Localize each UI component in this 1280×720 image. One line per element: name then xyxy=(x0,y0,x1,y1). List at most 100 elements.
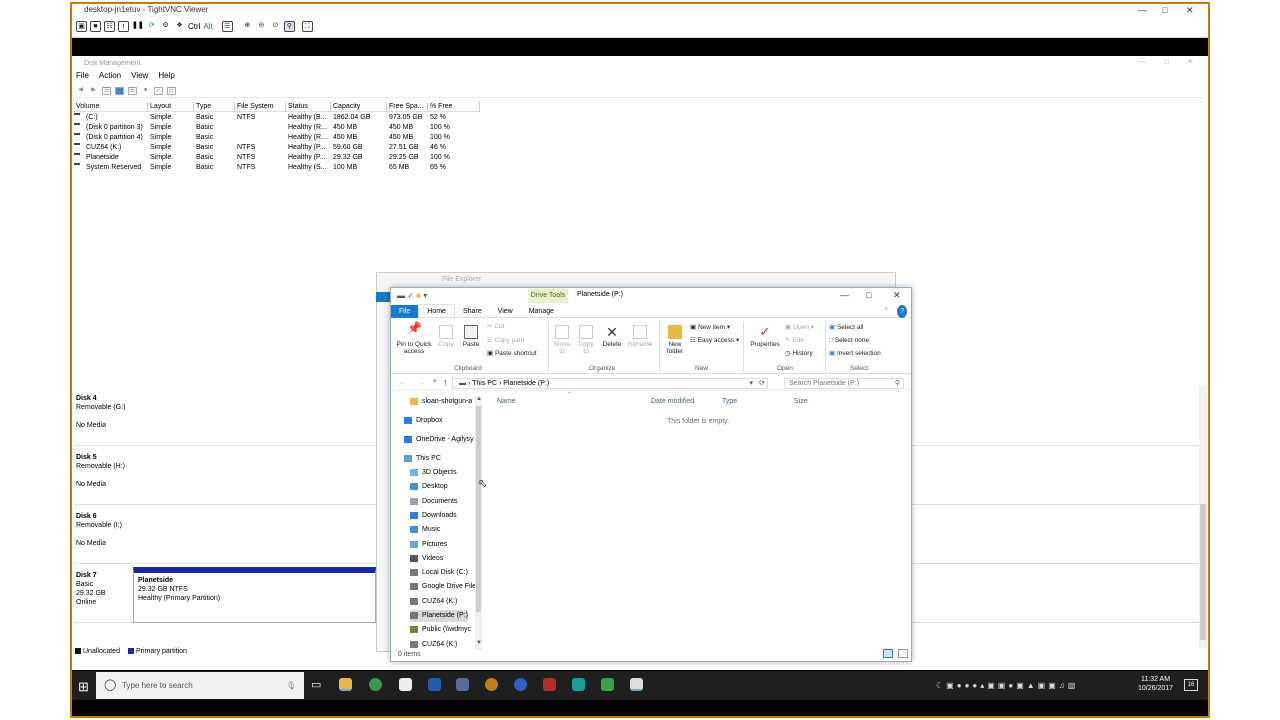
chrome-icon[interactable] xyxy=(369,678,382,691)
col-capacity[interactable]: Capacity xyxy=(331,102,387,112)
ctrl-alt-del-icon[interactable]: ⚙ xyxy=(160,21,171,32)
history-button[interactable]: ◷ History xyxy=(785,350,813,357)
copy-button[interactable]: Copy xyxy=(435,325,457,348)
col-name[interactable]: Name xyxy=(497,398,516,405)
new-item-button[interactable]: ▣ New item ▾ xyxy=(690,324,730,331)
col-size[interactable]: Size xyxy=(794,398,808,405)
rename-button[interactable]: Rename xyxy=(627,325,653,348)
forward-arrow-icon[interactable]: → xyxy=(417,378,425,387)
partition-block[interactable]: Planetside 29.32 GB NTFS Healthy (Primar… xyxy=(133,567,376,623)
table-row[interactable]: Planetside Simple Basic NTFS Healthy (P... 29… xyxy=(74,153,480,163)
microphone-icon[interactable]: 🎙 xyxy=(286,672,296,699)
details-view-icon[interactable] xyxy=(883,649,893,658)
zoom-fit-icon[interactable]: ⚲ xyxy=(283,21,295,32)
invert-selection-button[interactable]: ▣ Invert selection xyxy=(829,350,881,357)
zoom-100-icon[interactable]: ⊙ xyxy=(270,21,281,32)
scrollbar-thumb[interactable] xyxy=(1200,504,1206,640)
up-arrow-icon[interactable]: ↑ xyxy=(443,377,448,387)
options-icon[interactable]: ☷ xyxy=(104,21,115,32)
fullscreen-icon[interactable]: ⛶ xyxy=(301,21,313,32)
disk-management-taskbar-icon[interactable] xyxy=(630,678,643,691)
quick-access-toolbar[interactable]: ▬ ✓ ■ ▾ xyxy=(397,291,427,300)
app-icon[interactable] xyxy=(543,678,556,691)
new-folder-button[interactable]: New folder xyxy=(663,325,687,355)
search-input[interactable]: Search Planetside (P:) ⚲ xyxy=(784,378,904,389)
app-icon[interactable] xyxy=(428,678,441,691)
app-icon[interactable] xyxy=(572,678,585,691)
refresh-icon[interactable]: ⟳ xyxy=(146,21,157,32)
table-row[interactable]: (Disk 0 partition 4) Simple Basic Healthy (… xyxy=(74,133,480,143)
ribbon-collapse-icon[interactable]: ⌃ xyxy=(875,305,897,318)
app-icon[interactable] xyxy=(456,678,469,691)
address-input[interactable]: ▬ › This PC › Planetside (P:) ▾ ⟳ xyxy=(452,378,768,389)
breadcrumb-current[interactable]: Planetside (P:) xyxy=(503,380,549,387)
paste-button[interactable]: Paste xyxy=(459,325,483,348)
help-icon[interactable] xyxy=(115,86,124,95)
table-row[interactable]: (C:) Simple Basic NTFS Healthy (B... 1862.04 … xyxy=(74,113,480,123)
recent-locations-icon[interactable]: ▾ xyxy=(433,377,437,385)
col-status[interactable]: Status xyxy=(286,102,331,112)
tab-file[interactable]: File xyxy=(391,304,419,318)
app-icon[interactable] xyxy=(514,678,527,691)
minimize-icon[interactable]: — xyxy=(1138,4,1147,16)
delete-button[interactable]: ✕ Delete xyxy=(601,325,623,348)
forward-icon[interactable]: ▶ xyxy=(89,87,98,95)
address-dropdown-icon[interactable]: ▾ xyxy=(749,379,753,388)
menu-file[interactable]: File xyxy=(76,71,89,80)
move-to-button[interactable]: Move to xyxy=(551,325,573,355)
col-type[interactable]: Type xyxy=(194,102,235,112)
settings-icon[interactable]: ☷ xyxy=(167,86,176,95)
help-icon[interactable]: ? xyxy=(897,304,907,318)
scroll-up-icon[interactable]: ▲ xyxy=(476,396,482,402)
properties-icon[interactable]: ☰ xyxy=(128,86,137,95)
col-percent-free[interactable]: % Free xyxy=(428,102,480,112)
easy-access-button[interactable]: ☷ Easy access ▾ xyxy=(690,337,739,344)
nav-scrollbar-thumb[interactable] xyxy=(476,406,481,612)
copy-path-button[interactable]: ☷ Copy path xyxy=(487,337,524,344)
list-view-icon[interactable]: ☰ xyxy=(102,86,111,95)
cut-button[interactable]: ✂ Cut xyxy=(487,323,504,330)
windows-key-icon[interactable]: ❖ xyxy=(174,21,185,32)
ctrl-key-button[interactable]: Ctrl xyxy=(188,22,200,31)
col-free-space[interactable]: Free Spa... xyxy=(387,102,428,112)
tab-manage[interactable]: Manage xyxy=(521,305,562,318)
back-icon[interactable]: ◀ xyxy=(76,87,85,95)
system-tray-icons[interactable]: ☾▣●●●▴▣▣●▣▲▣▣♫▧ xyxy=(936,681,1078,690)
disk-scrollbar[interactable] xyxy=(1199,386,1207,648)
table-row[interactable]: CUZ64 (K:) Simple Basic NTFS Healthy (P... 59… xyxy=(74,143,480,153)
menu-view[interactable]: View xyxy=(131,71,148,80)
scroll-down-icon[interactable]: ▼ xyxy=(476,640,482,646)
file-explorer-taskbar-icon[interactable] xyxy=(339,678,352,691)
large-icons-view-icon[interactable] xyxy=(898,649,908,658)
paste-shortcut-button[interactable]: ▣ Paste shortcut xyxy=(487,350,537,357)
windows-start-icon[interactable]: ⊞ xyxy=(78,679,89,695)
col-date-modified[interactable]: Date modified xyxy=(651,398,694,405)
select-all-button[interactable]: ▣ Select all xyxy=(829,324,863,331)
nav-item[interactable]: Planetside (P:) xyxy=(410,610,468,622)
nav-item[interactable]: OneDrive - Agilysy xyxy=(404,434,484,446)
maximize-icon[interactable]: □ xyxy=(1162,4,1167,16)
close-icon[interactable]: ✕ xyxy=(893,290,901,301)
nav-item[interactable]: This PC xyxy=(404,453,484,465)
breadcrumb-this-pc[interactable]: This PC xyxy=(472,380,497,387)
alt-key-button[interactable]: Alt xyxy=(203,22,212,31)
nav-item[interactable]: Dropbox xyxy=(404,415,484,427)
menu-help[interactable]: Help xyxy=(158,71,174,80)
check-icon[interactable]: ✓ xyxy=(154,86,163,95)
task-view-icon[interactable]: ▭ xyxy=(311,678,321,691)
maximize-icon[interactable]: □ xyxy=(866,290,871,300)
info-icon[interactable]: i xyxy=(118,21,129,32)
minimize-icon[interactable]: — xyxy=(840,290,849,300)
notifications-icon[interactable]: 16 xyxy=(1184,679,1198,691)
menu-action[interactable]: Action xyxy=(99,71,121,80)
tab-share[interactable]: Share xyxy=(455,305,490,318)
pause-icon[interactable]: ❚❚ xyxy=(132,21,144,32)
zoom-in-icon[interactable]: ⊕ xyxy=(242,21,253,32)
tab-home[interactable]: Home xyxy=(418,304,455,318)
col-type[interactable]: Type xyxy=(722,398,737,405)
taskbar-search-input[interactable]: ◯ Type here to search 🎙 xyxy=(96,672,304,699)
zoom-out-icon[interactable]: ⊖ xyxy=(256,21,267,32)
refresh-icon[interactable]: ⟳ xyxy=(759,379,765,388)
new-connection-icon[interactable]: ▣ xyxy=(76,21,87,32)
app-icon[interactable] xyxy=(601,678,614,691)
